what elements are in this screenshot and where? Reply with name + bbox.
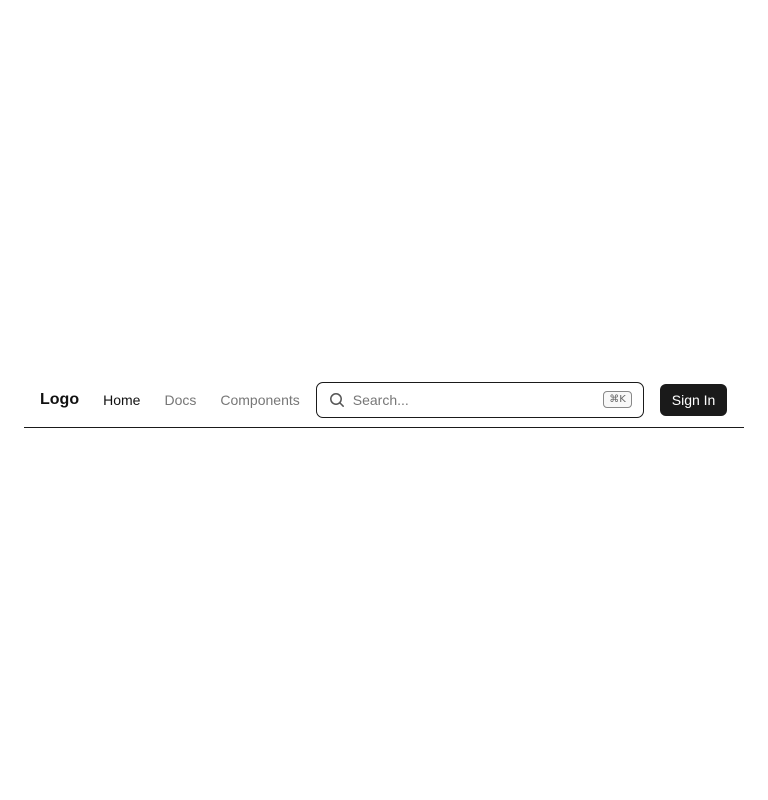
nav-link-components[interactable]: Components (220, 392, 299, 408)
top-navbar: Logo Home Docs Components ⌘K Sign In (24, 372, 744, 428)
search-input[interactable] (352, 391, 604, 408)
keyboard-shortcut-badge: ⌘K (603, 391, 632, 408)
nav-link-docs[interactable]: Docs (164, 392, 196, 408)
nav-link-home[interactable]: Home (103, 392, 140, 408)
page: Logo Home Docs Components ⌘K Sign In (0, 0, 768, 800)
search-icon (329, 392, 344, 407)
primary-nav: Home Docs Components (103, 392, 316, 408)
logo[interactable]: Logo (40, 391, 79, 409)
sign-in-button[interactable]: Sign In (659, 383, 728, 416)
search-box[interactable]: ⌘K (315, 381, 644, 418)
